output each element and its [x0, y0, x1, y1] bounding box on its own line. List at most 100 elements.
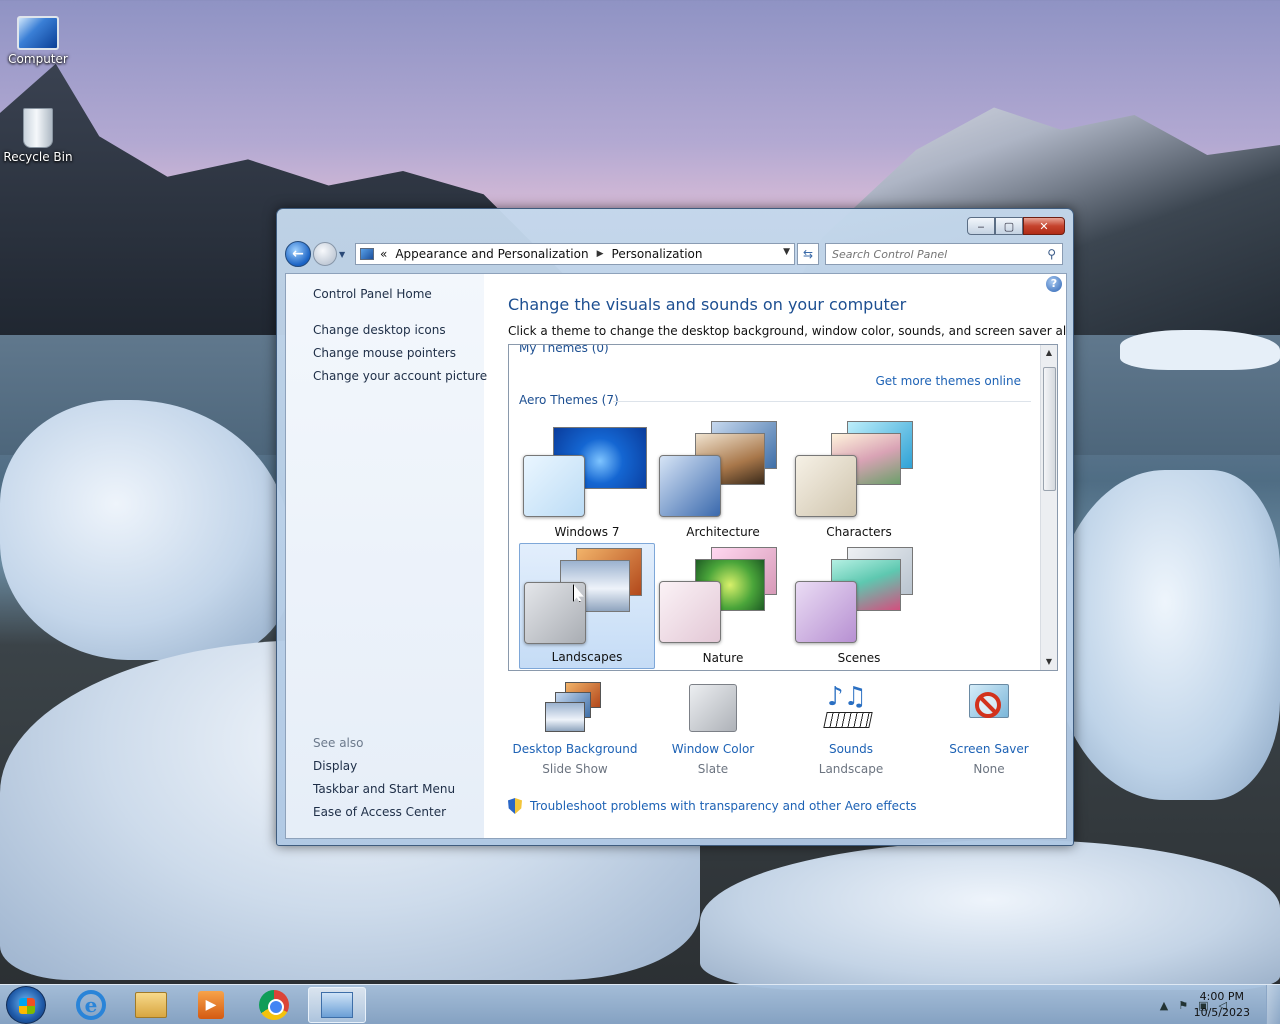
recent-pages-dropdown[interactable]: ▼ — [339, 250, 351, 259]
media-player-icon: ▶ — [198, 991, 224, 1019]
taskbar-app-media-player[interactable]: ▶ — [182, 987, 240, 1023]
theme-color-swatch — [795, 455, 857, 517]
aero-themes-label: Aero Themes (7) — [519, 393, 619, 407]
shield-icon — [508, 798, 522, 814]
search-box[interactable]: ⚲ — [825, 243, 1063, 265]
sidebar-link-desktop-icons[interactable]: Change desktop icons — [313, 323, 446, 337]
theme-label: Windows 7 — [554, 525, 620, 539]
sidebar: Control Panel Home Change desktop icons … — [286, 274, 487, 838]
forward-button[interactable] — [313, 242, 337, 266]
taskbar-app-internet-explorer[interactable]: e — [62, 987, 120, 1023]
back-button[interactable]: ← — [285, 241, 311, 267]
maximize-button[interactable]: ▢ — [995, 217, 1023, 235]
refresh-icon: ⇆ — [802, 247, 814, 261]
troubleshoot-link-text[interactable]: Troubleshoot problems with transparency … — [530, 799, 917, 813]
desktop-icon-label: Recycle Bin — [3, 150, 73, 164]
page-title: Change the visuals and sounds on your co… — [508, 295, 907, 314]
sidebar-link-ease-of-access[interactable]: Ease of Access Center — [313, 805, 446, 819]
setting-value: Slide Show — [542, 762, 608, 776]
desktop-icon-recycle-bin[interactable]: Recycle Bin — [0, 104, 76, 164]
navigation-bar: ← ▼ « Appearance and Personalization ▶ P… — [285, 241, 1065, 267]
page-description: Click a theme to change the desktop back… — [508, 324, 1067, 338]
theme-label: Architecture — [686, 525, 760, 539]
troubleshoot-link[interactable]: Troubleshoot problems with transparency … — [508, 798, 917, 814]
show-hidden-icons-icon[interactable]: ▲ — [1160, 999, 1168, 1012]
scroll-up-icon[interactable]: ▲ — [1041, 345, 1057, 361]
theme-color-swatch — [659, 581, 721, 643]
setting-screen-saver[interactable]: Screen Saver None — [924, 682, 1054, 776]
minimize-button[interactable]: ‒ — [967, 217, 995, 235]
theme-landscapes[interactable]: Landscapes — [519, 543, 655, 669]
sidebar-link-mouse-pointers[interactable]: Change mouse pointers — [313, 346, 456, 360]
scroll-down-icon[interactable]: ▼ — [1041, 654, 1057, 670]
setting-name[interactable]: Window Color — [648, 742, 778, 756]
search-input[interactable] — [832, 247, 1048, 261]
setting-desktop-background[interactable]: Desktop Background Slide Show — [510, 682, 640, 776]
theme-list-scrollbar[interactable]: ▲ ▼ — [1040, 345, 1057, 670]
get-more-themes-link[interactable]: Get more themes online — [875, 374, 1021, 388]
setting-value: Landscape — [818, 762, 884, 776]
taskbar-app-control-panel[interactable] — [308, 987, 366, 1023]
screen-saver-icon — [959, 682, 1019, 736]
sidebar-link-taskbar[interactable]: Taskbar and Start Menu — [313, 782, 455, 796]
taskbar-app-explorer[interactable] — [122, 987, 180, 1023]
theme-windows-7[interactable]: Windows 7 — [519, 417, 655, 543]
recycle-bin-icon — [23, 108, 53, 148]
personalization-window: ‒ ▢ ✕ ← ▼ « Appearance and Personalizati… — [276, 208, 1074, 846]
sounds-icon: ♪♫ — [821, 682, 881, 736]
setting-window-color[interactable]: Window Color Slate — [648, 682, 778, 776]
wallpaper-ice — [1050, 470, 1280, 800]
theme-label: Scenes — [837, 651, 881, 665]
show-desktop-button[interactable] — [1266, 985, 1280, 1024]
group-divider — [613, 401, 1031, 402]
theme-architecture[interactable]: Architecture — [655, 417, 791, 543]
control-panel-icon — [321, 992, 353, 1018]
action-center-flag-icon[interactable]: ⚑ — [1178, 999, 1188, 1012]
close-button[interactable]: ✕ — [1023, 217, 1065, 235]
control-panel-icon — [360, 248, 374, 260]
breadcrumb-personalization[interactable]: Personalization — [612, 247, 703, 261]
window-controls: ‒ ▢ ✕ — [967, 217, 1065, 235]
theme-color-swatch — [523, 455, 585, 517]
start-button[interactable] — [6, 986, 46, 1024]
folder-icon — [135, 992, 167, 1018]
main-panel: ? Change the visuals and sounds on your … — [484, 274, 1066, 838]
taskbar-app-chrome[interactable] — [245, 987, 303, 1023]
address-bar[interactable]: « Appearance and Personalization ▶ Perso… — [355, 243, 795, 265]
my-themes-label: My Themes (0) — [519, 344, 609, 355]
clock[interactable]: 4:00 PM 10/5/2023 — [1194, 989, 1250, 1021]
window-content: Control Panel Home Change desktop icons … — [285, 273, 1067, 839]
desktop-icon-label: Computer — [8, 52, 68, 66]
help-icon[interactable]: ? — [1046, 276, 1062, 292]
theme-nature[interactable]: Nature — [655, 543, 791, 669]
desktop-background-icon — [545, 682, 605, 736]
scroll-thumb[interactable] — [1043, 367, 1056, 491]
breadcrumb-appearance[interactable]: Appearance and Personalization — [395, 247, 588, 261]
desktop-icon-computer[interactable]: Computer — [0, 8, 76, 66]
internet-explorer-icon: e — [76, 990, 106, 1020]
wallpaper-ice — [1120, 330, 1280, 370]
sidebar-link-control-panel-home[interactable]: Control Panel Home — [313, 287, 432, 301]
theme-characters[interactable]: Characters — [791, 417, 927, 543]
breadcrumb-arrow-icon[interactable]: ▶ — [597, 249, 604, 259]
theme-color-swatch — [795, 581, 857, 643]
setting-name[interactable]: Sounds — [786, 742, 916, 756]
setting-sounds[interactable]: ♪♫ Sounds Landscape — [786, 682, 916, 776]
theme-list[interactable]: My Themes (0) Get more themes online Aer… — [508, 344, 1058, 671]
setting-value: Slate — [697, 762, 729, 776]
refresh-button[interactable]: ⇆ — [797, 243, 819, 265]
arrow-left-icon: ← — [292, 246, 304, 262]
sidebar-link-account-picture[interactable]: Change your account picture — [313, 369, 487, 383]
address-dropdown-icon[interactable]: ▼ — [783, 247, 790, 257]
clock-time: 4:00 PM — [1199, 990, 1244, 1003]
computer-icon — [17, 16, 59, 50]
address-overflow[interactable]: « — [380, 247, 387, 261]
theme-label: Nature — [702, 651, 744, 665]
theme-scenes[interactable]: Scenes — [791, 543, 927, 669]
theme-label: Characters — [826, 525, 892, 539]
sidebar-link-display[interactable]: Display — [313, 759, 357, 773]
search-icon[interactable]: ⚲ — [1047, 247, 1056, 261]
window-color-icon — [683, 682, 743, 736]
setting-name[interactable]: Desktop Background — [510, 742, 640, 756]
setting-name[interactable]: Screen Saver — [924, 742, 1054, 756]
